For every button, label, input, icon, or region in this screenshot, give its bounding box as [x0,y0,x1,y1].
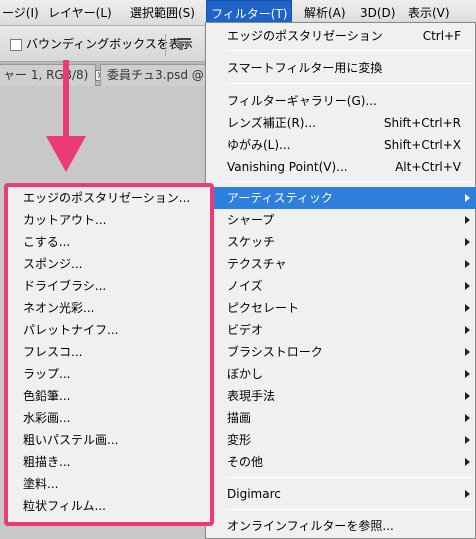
artistic-item-dry-brush[interactable]: ドライブラシ... [23,275,106,297]
filter-digimarc[interactable]: Digimarc [206,483,476,505]
filter-digimarc-label: Digimarc [227,487,281,501]
filter-last-used[interactable]: エッジのポスタリゼーション Ctrl+F [206,25,476,47]
filter-sketch[interactable]: スケッチ [206,231,476,253]
liquify-shortcut: Shift+Ctrl+X [384,138,461,152]
browse-filters-online-label: オンラインフィルターを参照... [227,519,394,533]
filter-artistic[interactable]: アーティスティック [206,187,476,209]
bounding-box-checkbox[interactable] [10,39,22,51]
artistic-item-colored-pencil[interactable]: 色鉛筆... [23,385,70,407]
filter-video[interactable]: ビデオ [206,319,476,341]
artistic-item-watercolor[interactable]: 水彩画... [23,407,70,429]
submenu-arrow-icon [465,436,470,444]
filter-last-used-shortcut: Ctrl+F [422,29,461,43]
artistic-item-palette-knife[interactable]: パレットナイフ... [23,319,118,341]
filter-brush-strokes[interactable]: ブラシストローク [206,341,476,363]
submenu-arrow-icon [465,194,470,202]
lens-correction-shortcut: Shift+Ctrl+R [383,116,461,130]
menu-separator [226,181,474,182]
artistic-item-plastic-wrap[interactable]: ラップ... [23,363,70,385]
liquify-label: ゆがみ(L)... [227,138,291,152]
filter-sharpen[interactable]: シャープ [206,209,476,231]
liquify[interactable]: ゆがみ(L)... Shift+Ctrl+X [206,134,476,156]
menu-separator [226,477,474,478]
vanishing-point[interactable]: Vanishing Point(V)... Alt+Ctrl+V [206,156,476,178]
submenu-arrow-icon [465,238,470,246]
menu-layer[interactable]: レイヤー(L) [44,0,116,26]
filter-other[interactable]: その他 [206,451,476,473]
convert-smart-filter[interactable]: スマートフィルター用に変換 [206,57,476,79]
submenu-arrow-icon [465,260,470,268]
submenu-arrow-icon [465,304,470,312]
submenu-arrow-icon [465,282,470,290]
filter-stylize-label: 表現手法 [227,389,276,403]
browse-filters-online[interactable]: オンラインフィルターを参照... [206,515,476,537]
annotation-arrow-icon [46,60,86,172]
submenu-arrow-icon [465,348,470,356]
menu-separator [226,83,474,84]
filter-artistic-label: アーティスティック [227,191,333,205]
menu-separator [226,509,474,510]
filter-distort[interactable]: 変形 [206,429,476,451]
filter-video-label: ビデオ [227,323,264,337]
filter-blur[interactable]: ぼかし [206,363,476,385]
filter-sketch-label: スケッチ [227,235,276,249]
submenu-arrow-icon [465,414,470,422]
artistic-item-underpainting[interactable]: 粗描き... [23,451,70,473]
artistic-item-film-grain[interactable]: 粒状フィルム... [23,495,106,517]
filter-render[interactable]: 描画 [206,407,476,429]
artistic-item-neon-glow[interactable]: ネオン光彩... [23,297,94,319]
menu-image[interactable]: ージ(I) [0,0,43,26]
artistic-item-sponge[interactable]: スポンジ... [23,253,82,275]
filter-noise[interactable]: ノイズ [206,275,476,297]
lens-correction-label: レンズ補正(R)... [227,116,316,130]
artistic-item-cutout[interactable]: カットアウト... [23,209,106,231]
document-tab-2[interactable]: 委員チュ3.psd @ ... [100,64,220,86]
bounding-box-label: バウンディングボックスを表示 [26,37,193,51]
submenu-arrow-icon [465,370,470,378]
filter-pixelate-label: ピクセレート [227,301,300,315]
artistic-item-fresco[interactable]: フレスコ... [23,341,82,363]
filter-brush-strokes-label: ブラシストローク [227,345,323,359]
lens-correction[interactable]: レンズ補正(R)... Shift+Ctrl+R [206,112,476,134]
document-tab-2-label: 委員チュ3.psd @ ... [107,68,220,82]
artistic-item-smudge-stick[interactable]: こする... [23,231,70,253]
artistic-item-paint-daubs[interactable]: 塗料... [23,473,58,495]
align-top-icon[interactable] [176,37,192,51]
filter-other-label: その他 [227,455,264,469]
vanishing-point-shortcut: Alt+Ctrl+V [395,160,461,174]
filter-last-used-label: エッジのポスタリゼーション [227,29,383,43]
options-divider [165,34,166,56]
filter-stylize[interactable]: 表現手法 [206,385,476,407]
filter-sharpen-label: シャープ [227,213,275,227]
filter-noise-label: ノイズ [227,279,263,293]
filter-gallery-label: フィルターギャラリー(G)... [227,94,377,108]
filter-gallery[interactable]: フィルターギャラリー(G)... [206,90,476,112]
convert-smart-filter-label: スマートフィルター用に変換 [227,61,383,75]
artistic-item-rough-pastels[interactable]: 粗いパステル画... [23,429,118,451]
submenu-arrow-icon [465,490,470,498]
menu-select[interactable]: 選択範囲(S) [126,0,199,26]
submenu-arrow-icon [465,458,470,466]
filter-render-label: 描画 [227,411,252,425]
filter-blur-label: ぼかし [227,367,264,381]
submenu-arrow-icon [465,326,470,334]
artistic-submenu: エッジのポスタリゼーション... カットアウト... こする... スポンジ..… [4,183,214,526]
filter-distort-label: 変形 [227,433,252,447]
menu-separator [226,50,474,51]
submenu-arrow-icon [465,216,470,224]
filter-menu: エッジのポスタリゼーション Ctrl+F スマートフィルター用に変換 フィルター… [205,22,476,539]
submenu-arrow-icon [465,392,470,400]
filter-texture-label: テクスチャ [227,257,287,271]
vanishing-point-label: Vanishing Point(V)... [227,160,348,174]
filter-texture[interactable]: テクスチャ [206,253,476,275]
artistic-item-poster-edges[interactable]: エッジのポスタリゼーション... [23,187,190,209]
filter-pixelate[interactable]: ピクセレート [206,297,476,319]
